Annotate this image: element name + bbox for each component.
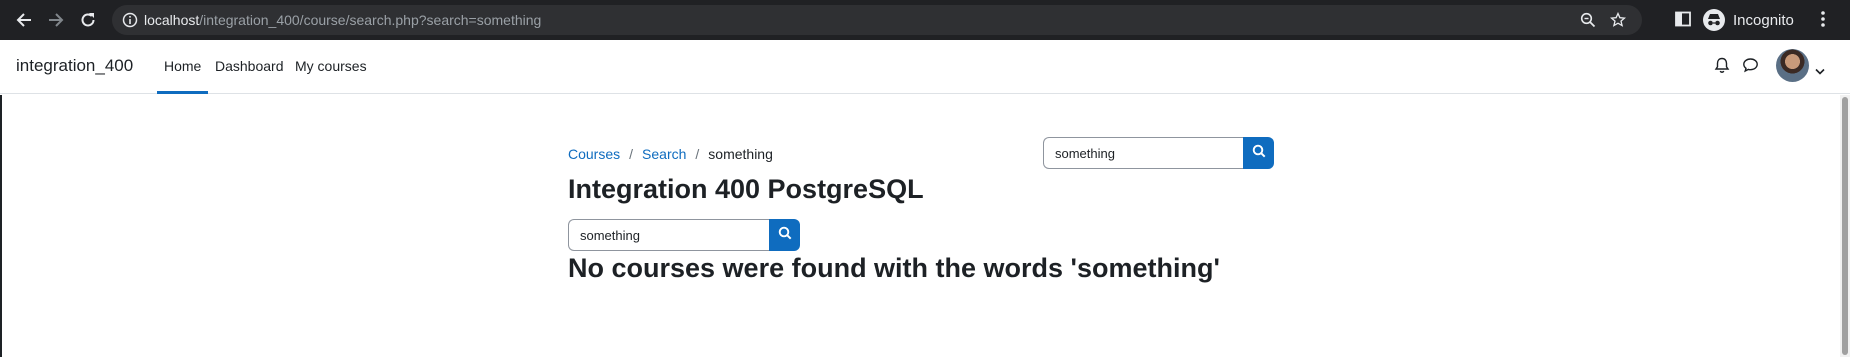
forward-arrow-icon[interactable] [42,6,70,34]
header-search-button[interactable] [1243,137,1274,169]
back-arrow-icon[interactable] [10,6,38,34]
course-search: something [568,219,800,251]
scrollbar-thumb[interactable] [1842,97,1848,355]
breadcrumb-search[interactable]: Search [642,146,686,162]
site-brand[interactable]: integration_400 [16,56,133,76]
site-navbar: integration_400 Home Dashboard My course… [0,40,1850,94]
no-results-message: No courses were found with the words 'so… [568,253,1220,283]
header-course-search: something [1043,137,1274,169]
bell-icon[interactable] [1714,57,1730,79]
info-icon[interactable] [122,12,138,33]
breadcrumb-separator: / [629,146,634,162]
url-text: localhost/integration_400/course/search.… [144,12,541,28]
page-left-border [0,95,2,357]
incognito-label: Incognito [1733,11,1794,29]
search-icon [778,226,792,245]
breadcrumb: Courses / Search / something [568,146,773,162]
incognito-icon [1703,9,1725,31]
course-search-button[interactable] [769,219,800,251]
header-search-input[interactable]: something [1043,137,1243,169]
star-icon[interactable] [1609,11,1627,33]
nav-link-dashboard[interactable]: Dashboard [215,58,284,74]
page-title: Integration 400 PostgreSQL [568,174,924,204]
course-search-input[interactable]: something [568,219,769,251]
url-path: /integration_400/course/search.php?searc… [199,12,542,28]
avatar[interactable] [1776,49,1809,82]
chat-icon[interactable] [1742,57,1759,78]
search-icon [1252,144,1266,163]
nav-link-home[interactable]: Home [164,58,201,74]
browser-toolbar: localhost/integration_400/course/search.… [0,0,1850,40]
incognito-indicator[interactable]: Incognito [1703,7,1794,33]
breadcrumb-current: something [708,146,773,162]
url-host: localhost [144,12,200,28]
page-scrollbar[interactable] [1840,95,1850,357]
zoom-icon[interactable] [1580,12,1596,33]
active-nav-indicator [157,91,208,94]
address-bar[interactable]: localhost/integration_400/course/search.… [112,5,1642,35]
chevron-down-icon[interactable] [1815,62,1825,80]
breadcrumb-separator: / [695,146,700,162]
side-panel-icon[interactable] [1674,10,1692,33]
reload-icon[interactable] [74,6,102,34]
nav-link-my-courses[interactable]: My courses [295,58,367,74]
kebab-menu-icon[interactable] [1820,10,1826,33]
breadcrumb-courses[interactable]: Courses [568,146,620,162]
